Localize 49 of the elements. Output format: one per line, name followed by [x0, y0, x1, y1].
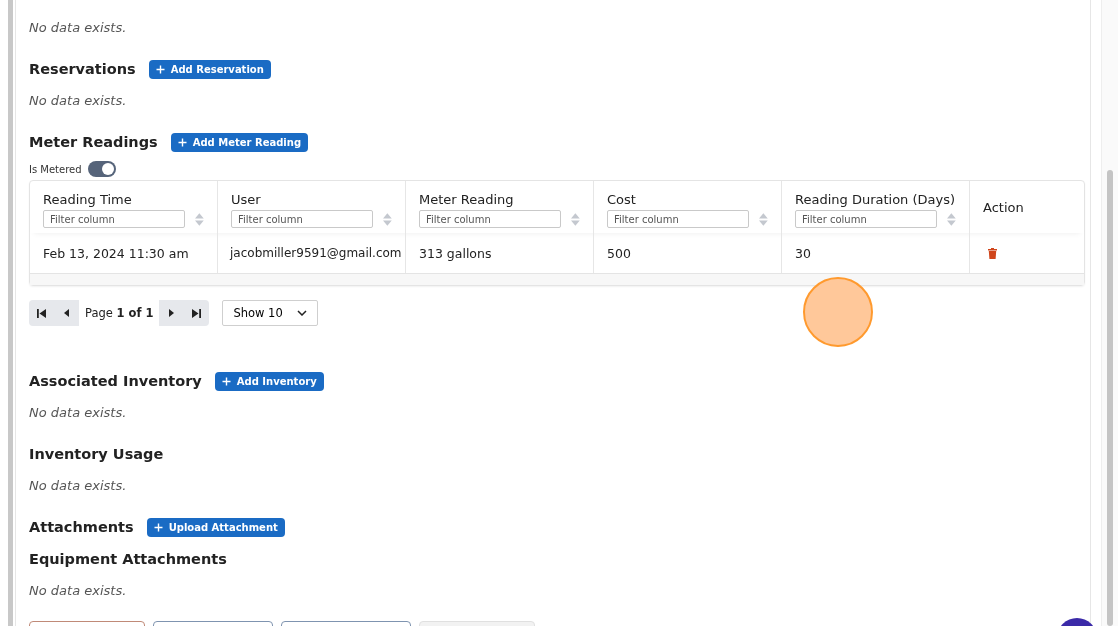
empty-message: No data exists.: [29, 93, 128, 110]
plus-icon: [155, 64, 165, 74]
toggle-label: Is Metered: [29, 163, 82, 175]
empty-message: No data exists.: [29, 20, 128, 37]
column-header: Reading Time: [43, 192, 132, 207]
plus-icon: [153, 522, 163, 532]
trash-icon[interactable]: [988, 247, 997, 259]
column-header: Meter Reading: [419, 192, 514, 207]
section-title: Reservations: [29, 61, 136, 77]
plus-icon: [177, 137, 187, 147]
add-button[interactable]: Add Inventory: [214, 371, 324, 391]
table-cell: Feb 13, 2024 11:30 am: [43, 245, 189, 261]
add-button[interactable]: Add Reservation: [148, 59, 271, 79]
toggle-switch[interactable]: [87, 161, 116, 177]
column-header: Reading Duration (Days): [795, 192, 956, 207]
filter-field[interactable]: Filter column: [419, 210, 562, 228]
table-cell: 500: [607, 245, 631, 261]
last-page-icon: [192, 308, 202, 318]
filter-field[interactable]: Filter column: [795, 210, 938, 228]
next-page-icon: [169, 309, 175, 317]
empty-message: No data exists.: [29, 583, 128, 600]
section-title: Meter Readings: [29, 134, 158, 150]
empty-message: No data exists.: [29, 478, 128, 495]
section-title: Equipment Attachments: [29, 551, 227, 567]
table-cell: 313 gallons: [419, 245, 492, 261]
filter-field[interactable]: Filter column: [43, 210, 186, 228]
section-title: Inventory Usage: [29, 446, 164, 462]
page-size-select[interactable]: Show 10: [222, 300, 319, 326]
chevron-down-icon: [297, 310, 308, 316]
column-header: Cost: [607, 192, 636, 207]
plus-icon: [221, 376, 231, 386]
filter-field[interactable]: Filter column: [607, 210, 750, 228]
scrollbar[interactable]: [1101, 0, 1118, 626]
filter-field[interactable]: Filter column: [231, 210, 374, 228]
next-page-button[interactable]: [159, 300, 185, 326]
section-title: Associated Inventory: [29, 373, 202, 389]
add-button[interactable]: Add Meter Reading: [170, 132, 309, 152]
section-title: Attachments: [29, 519, 134, 535]
table-cell: 30: [795, 245, 811, 261]
last-page-button[interactable]: [184, 300, 210, 326]
previous-page-icon: [64, 309, 69, 317]
table-cell: jacobmiller9591@gmail.com: [230, 246, 402, 260]
column-header: Action: [983, 199, 1024, 215]
add-button[interactable]: Upload Attachment: [146, 517, 285, 537]
first-page-icon: [37, 308, 46, 318]
column-header: User: [231, 192, 261, 207]
previous-page-button[interactable]: [54, 300, 79, 326]
first-page-button[interactable]: [29, 300, 54, 326]
empty-message: No data exists.: [29, 405, 128, 422]
